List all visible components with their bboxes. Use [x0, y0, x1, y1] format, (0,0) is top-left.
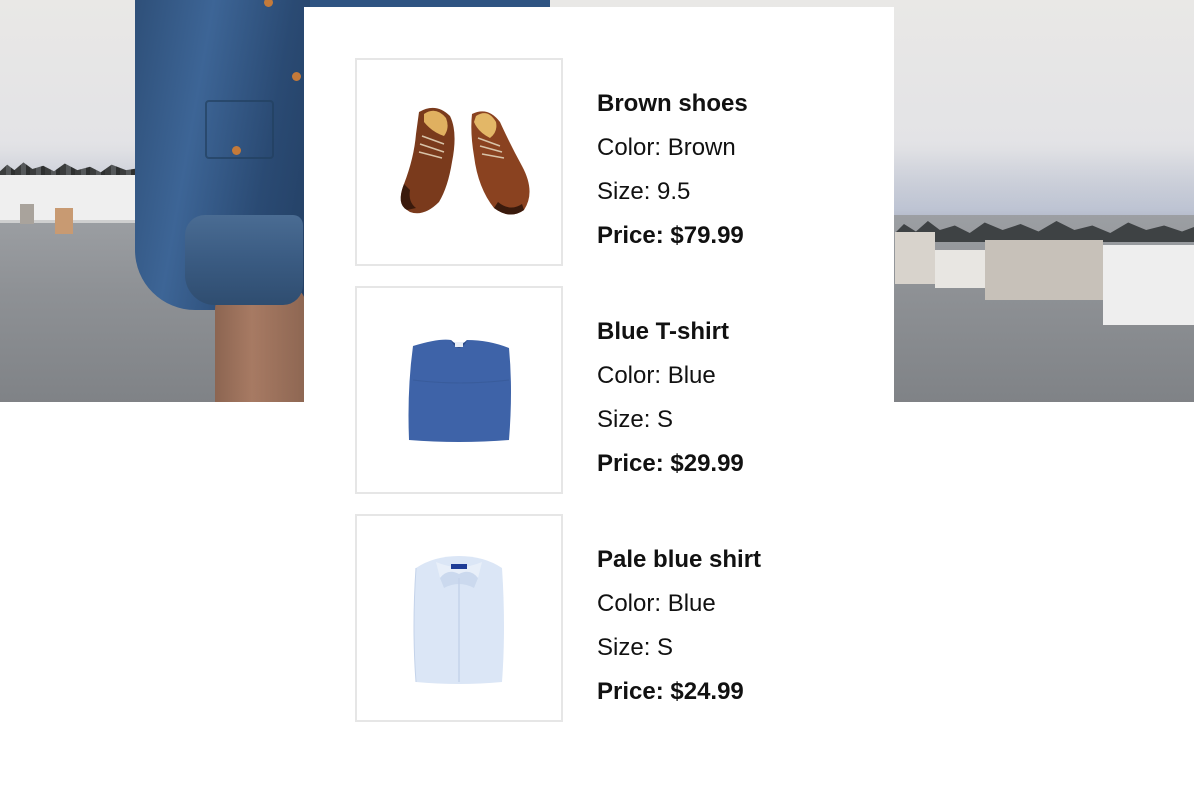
product-color: Color: Blue: [597, 590, 716, 617]
product-list-card: Brown shoes Color: Brown Size: 9.5 Price…: [304, 7, 894, 777]
hero-building: [895, 232, 935, 284]
product-size: Size: S: [597, 634, 674, 661]
product-price: Price: $24.99: [597, 678, 744, 705]
hero-building: [985, 240, 1103, 300]
product-size: Size: 9.5: [597, 178, 691, 205]
product-thumbnail[interactable]: [355, 58, 563, 266]
product-name: Brown shoes: [597, 90, 748, 117]
product-thumbnail[interactable]: [355, 514, 563, 722]
hero-jacket-button: [232, 146, 241, 155]
hero-jacket-button: [292, 72, 301, 81]
hero-crate: [55, 208, 73, 234]
hero-building: [935, 250, 985, 288]
pale-blue-shirt-image: [413, 556, 504, 684]
product-price: Price: $29.99: [597, 450, 744, 477]
product-price: Price: $79.99: [597, 222, 744, 249]
product-name: Blue T-shirt: [597, 318, 730, 345]
product-size: Size: S: [597, 406, 674, 433]
blue-tshirt-image: [408, 339, 511, 442]
hero-crate-small: [20, 204, 34, 224]
brown-shoes-image: [400, 107, 530, 215]
product-details: Blue T-shirt Color: Blue Size: S Price: …: [597, 310, 893, 486]
hero-rolled-cuff: [185, 215, 303, 305]
product-details: Pale blue shirt Color: Blue Size: S Pric…: [597, 538, 893, 714]
product-item[interactable]: Pale blue shirt Color: Blue Size: S Pric…: [355, 514, 893, 724]
product-item[interactable]: Brown shoes Color: Brown Size: 9.5 Price…: [355, 58, 893, 268]
product-details: Brown shoes Color: Brown Size: 9.5 Price…: [597, 82, 893, 258]
hero-building: [1103, 245, 1194, 325]
product-thumbnail[interactable]: [355, 286, 563, 494]
product-color: Color: Blue: [597, 362, 716, 389]
product-item[interactable]: Blue T-shirt Color: Blue Size: S Price: …: [355, 286, 893, 496]
product-color: Color: Brown: [597, 134, 736, 161]
product-name: Pale blue shirt: [597, 546, 762, 573]
